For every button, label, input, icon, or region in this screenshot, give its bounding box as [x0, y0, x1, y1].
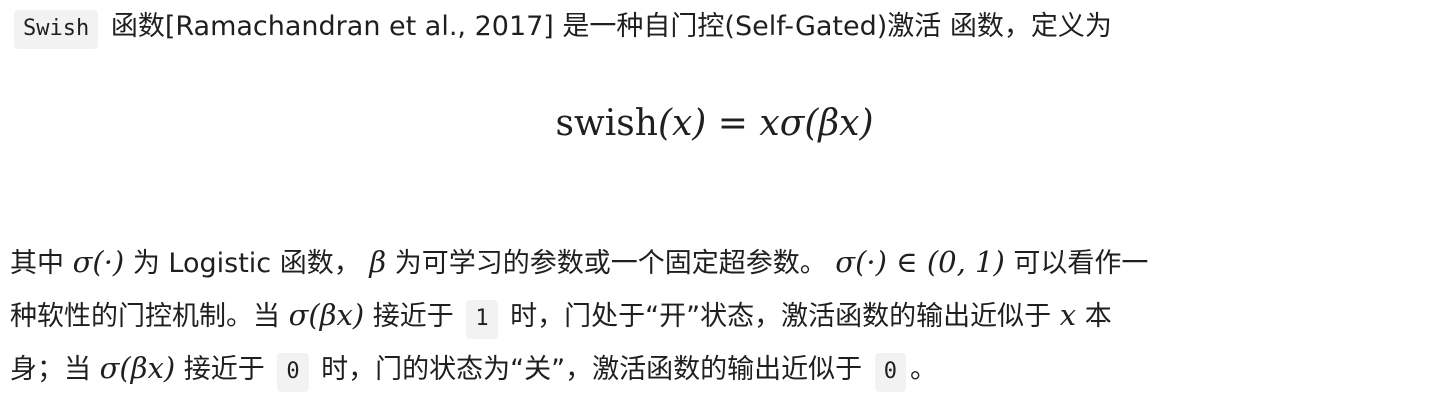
para2-text-4: 本	[1084, 301, 1112, 332]
explanation-line-1: 其中 σ(·) 为 Logistic 函数， β 为可学习的参数或一个固定超参数…	[10, 235, 1148, 291]
explanation-line-3: 身；当 σ(βx) 接近于 0 时，门的状态为“关”，激活函数的输出近似于 0。	[10, 341, 937, 399]
para1-text-2: 为 Logistic 函数，	[132, 248, 361, 279]
equation-lhs-arg: (x)	[657, 103, 707, 144]
para3-text-3: 时，门的状态为“关”，激活函数的输出近似于	[321, 354, 863, 385]
para2-text-1: 种软性的门控机制。当	[10, 301, 280, 332]
equation-rhs-arg: (βx)	[804, 103, 874, 144]
intro-text: 函数[Ramachandran et al., 2017] 是一种自门控(Sel…	[110, 11, 1112, 42]
equation-rhs-sigma: σ	[779, 103, 805, 144]
sigma-beta-x-math: σ(βx)	[288, 298, 365, 332]
sigma-beta-x-math-2: σ(βx)	[99, 351, 176, 385]
equation-rhs-x: x	[759, 103, 780, 144]
para1-text-3: 为可学习的参数或一个固定超参数。	[394, 248, 827, 279]
para3-text-4: 。	[910, 354, 937, 385]
para3-text-1: 身；当	[10, 354, 91, 385]
zero-inline-code: 0	[277, 353, 309, 392]
equation-lhs-name: swish	[555, 103, 658, 144]
one-inline-code: 1	[466, 300, 498, 339]
swish-equation: swish(x) = xσ(βx)	[0, 94, 1429, 154]
sigma-dot-math: σ(·)	[72, 245, 125, 279]
para2-text-2: 接近于	[372, 301, 454, 332]
para2-text-3: 时，门处于“开”状态，激活函数的输出近似于	[510, 301, 1052, 332]
para1-text-1: 其中	[10, 248, 64, 279]
sigma-range-math: σ(·) ∈ (0, 1)	[835, 245, 1005, 279]
para3-text-2: 接近于	[183, 354, 265, 385]
para1-text-4: 可以看作一	[1013, 248, 1149, 279]
intro-paragraph: Swish 函数[Ramachandran et al., 2017] 是一种自…	[10, 0, 1112, 56]
swish-inline-code: Swish	[14, 10, 99, 49]
zero-inline-code-2: 0	[874, 353, 906, 392]
document-body: Swish 函数[Ramachandran et al., 2017] 是一种自…	[0, 0, 1429, 409]
explanation-line-2: 种软性的门控机制。当 σ(βx) 接近于 1 时，门处于“开”状态，激活函数的输…	[10, 288, 1112, 346]
x-math: x	[1059, 298, 1077, 332]
beta-math: β	[369, 245, 387, 279]
equation-equals: =	[717, 103, 748, 144]
